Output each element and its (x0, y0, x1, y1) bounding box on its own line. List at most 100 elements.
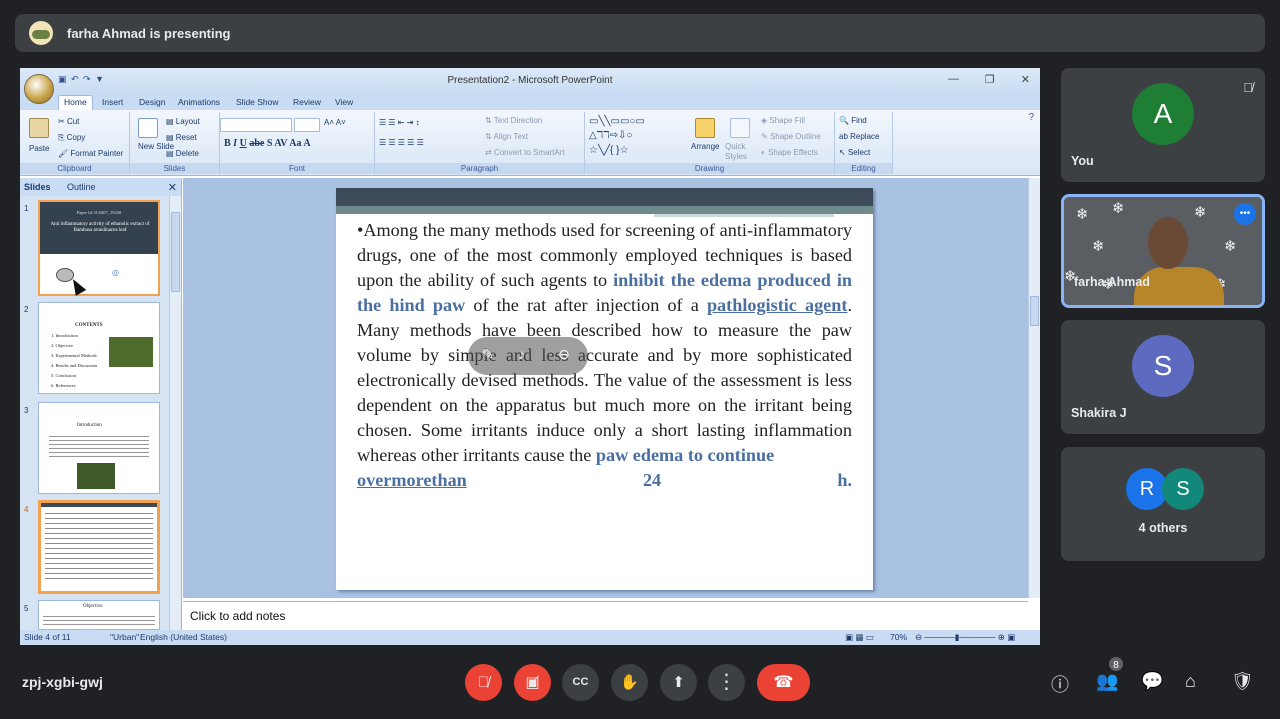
mute-icon[interactable]: ♪ (518, 346, 525, 362)
shape-outline-button[interactable]: ✎ Shape Outline (761, 132, 821, 141)
arrange-icon[interactable] (695, 118, 715, 138)
clipboard-group: Paste ✂ Cut ⎘ Copy 🖌 Format Painter Clip… (20, 112, 130, 174)
paste-icon[interactable] (29, 118, 49, 138)
tab-animations[interactable]: Animations (178, 97, 220, 107)
drawing-group: ▭╲╲▭▭○▭ △ℸℸ⇨⇩○ ☆╲╱{ }☆ Arrange Quick Sty… (585, 112, 835, 174)
font-size-box[interactable] (294, 118, 320, 132)
view-buttons[interactable]: ▣ ▦ ▭ (845, 632, 874, 643)
font-format-buttons[interactable]: B I U abe S AV Aa A (224, 138, 311, 149)
shapes-gallery-row2[interactable]: △ℸℸ⇨⇩○ (589, 130, 632, 141)
slides-panel-scrollbar[interactable] (169, 196, 181, 630)
paragraph-label: Paragraph (375, 163, 584, 174)
ppt-status-bar: Slide 4 of 11 "Urban" English (United St… (20, 630, 1040, 645)
select-button[interactable]: ↖ Select (839, 148, 870, 157)
list-buttons[interactable]: ☰ ☰ ⇤ ⇥ ↕ (379, 118, 420, 127)
avatar: S (1132, 335, 1194, 397)
paragraph-group: ☰ ☰ ⇤ ⇥ ↕ ☰ ☰ ☰ ☰ ☰ ⇅ Text Direction ⇅ A… (375, 112, 585, 174)
camera-off-button[interactable]: ▣̸ (514, 664, 551, 701)
smartart-button[interactable]: ⇄ Convert to SmartArt (485, 148, 565, 157)
tab-home[interactable]: Home (58, 95, 93, 110)
copy-button[interactable]: ⎘ Copy (58, 133, 85, 143)
slide-editing-area: •Among the many methods used for screeni… (183, 178, 1028, 598)
participant-tile-others[interactable]: R S 4 others (1061, 447, 1265, 561)
participant-name: Shakira J (1071, 406, 1127, 420)
thumb-number: 3 (24, 406, 29, 415)
font-group: A˄ A˅ B I U abe S AV Aa A Font (220, 112, 375, 174)
grow-font-button[interactable]: A˄ A˅ (324, 118, 346, 127)
arrange-button[interactable]: Arrange (691, 142, 719, 151)
more-options-button[interactable]: ⋮ (708, 664, 745, 701)
new-slide-icon[interactable] (138, 118, 158, 138)
muted-mic-icon: 🎙̸ (1243, 80, 1253, 95)
slide-thumb-4[interactable] (38, 500, 160, 594)
activities-icon[interactable]: ⌂ (1185, 671, 1196, 692)
zoom-slider[interactable]: ⊖ ─────▮────── ⊕ ▣ (915, 632, 1015, 643)
find-button[interactable]: 🔍 Find (839, 116, 867, 125)
end-call-button[interactable]: ☎ (757, 664, 810, 701)
quick-styles-icon[interactable] (730, 118, 750, 138)
host-controls-icon[interactable]: 🛡 (1231, 671, 1254, 692)
thumb-2-item: 5. Conclusion (51, 373, 77, 378)
presenting-text: farha Ahmad is presenting (67, 25, 231, 41)
thumb-2-item: 2. Objective (51, 343, 73, 348)
align-text-button[interactable]: ⇅ Align Text (485, 132, 528, 141)
shape-effects-button[interactable]: ◐ Shape Effects (761, 148, 818, 157)
reset-button[interactable]: ▤ Reset (166, 133, 197, 142)
slide-thumb-2[interactable]: CONTENTS 1. Introduction 2. Objective 3.… (38, 302, 160, 394)
raise-hand-button[interactable]: ✋ (611, 664, 648, 701)
tab-review[interactable]: Review (293, 97, 321, 107)
font-name-box[interactable] (220, 118, 292, 132)
pin-icon[interactable]: ✎ (482, 346, 494, 363)
thumb-5-heading: Objective (83, 604, 103, 609)
presenter-hover-controls[interactable]: ✎ ♪ ⊖ (468, 337, 588, 375)
replace-button[interactable]: ab Replace (839, 132, 879, 141)
shape-fill-button[interactable]: ◈ Shape Fill (761, 116, 805, 125)
quick-styles-button[interactable]: Quick Styles (725, 142, 755, 162)
slide-thumb-1[interactable]: Paper Id: IC0407_19438 Anti inflammatory… (38, 200, 160, 296)
tab-design[interactable]: Design (139, 97, 165, 107)
layout-button[interactable]: ▤ Layout (166, 117, 200, 126)
shapes-gallery-row3[interactable]: ☆╲╱{ }☆ (589, 145, 628, 156)
participant-tile-farha[interactable]: ❄❄❄❄❄❄❄❄❄ ••• farha Ahmad (1061, 194, 1265, 308)
people-icon[interactable]: 👥 (1096, 671, 1118, 692)
office-button[interactable] (24, 74, 54, 104)
text-direction-button[interactable]: ⇅ Text Direction (485, 116, 542, 125)
help-icon[interactable]: ? (1028, 112, 1034, 123)
clipboard-label: Clipboard (20, 163, 129, 174)
shapes-gallery[interactable]: ▭╲╲▭▭○▭ (589, 116, 645, 127)
cut-button[interactable]: ✂ Cut (58, 117, 79, 126)
outline-tab[interactable]: Outline (67, 182, 96, 192)
slide-thumb-3[interactable]: Introduction (38, 402, 160, 494)
tab-insert[interactable]: Insert (102, 97, 123, 107)
mic-off-button[interactable]: 🎙̸ (465, 664, 502, 701)
delete-button[interactable]: ▤ Delete (166, 149, 199, 158)
participant-tile-you[interactable]: A 🎙̸ You (1061, 68, 1265, 182)
captions-button[interactable]: CC (562, 664, 599, 701)
presenter-avatar (29, 21, 53, 45)
info-icon[interactable]: ⓘ (1051, 671, 1069, 697)
panel-close-icon[interactable]: ✕ (168, 181, 177, 194)
current-slide[interactable]: •Among the many methods used for screeni… (336, 188, 873, 590)
slide-thumb-5[interactable]: Objective (38, 600, 160, 630)
thumb-number: 2 (24, 305, 29, 314)
speaking-indicator-icon: ••• (1234, 203, 1256, 225)
close-icon[interactable]: ✕ (1021, 73, 1030, 86)
more-icon[interactable]: ⊖ (558, 346, 570, 363)
slide-scrollbar[interactable] (1028, 178, 1040, 598)
slides-tab[interactable]: Slides (24, 182, 51, 192)
restore-icon[interactable]: ❐ (985, 73, 995, 86)
minimize-icon[interactable]: — (948, 73, 959, 86)
thumb-1-paper-id: Paper Id: IC0407_19438 (76, 210, 122, 215)
tab-slide-show[interactable]: Slide Show (236, 97, 279, 107)
participant-tile-shakira[interactable]: S Shakira J (1061, 320, 1265, 434)
thumb-3-text (49, 433, 149, 457)
notes-pane[interactable]: Click to add notes (183, 601, 1028, 629)
tab-view[interactable]: View (335, 97, 353, 107)
chat-icon[interactable]: 💬 (1141, 671, 1163, 692)
paste-button[interactable]: Paste (29, 144, 49, 153)
format-painter-button[interactable]: 🖌 Format Painter (58, 149, 123, 158)
align-buttons[interactable]: ☰ ☰ ☰ ☰ ☰ (379, 138, 424, 147)
present-button[interactable]: ⬆ (660, 664, 697, 701)
meeting-code: zpj-xgbi-gwj (22, 674, 103, 690)
slide-body-text[interactable]: •Among the many methods used for screeni… (357, 218, 852, 493)
